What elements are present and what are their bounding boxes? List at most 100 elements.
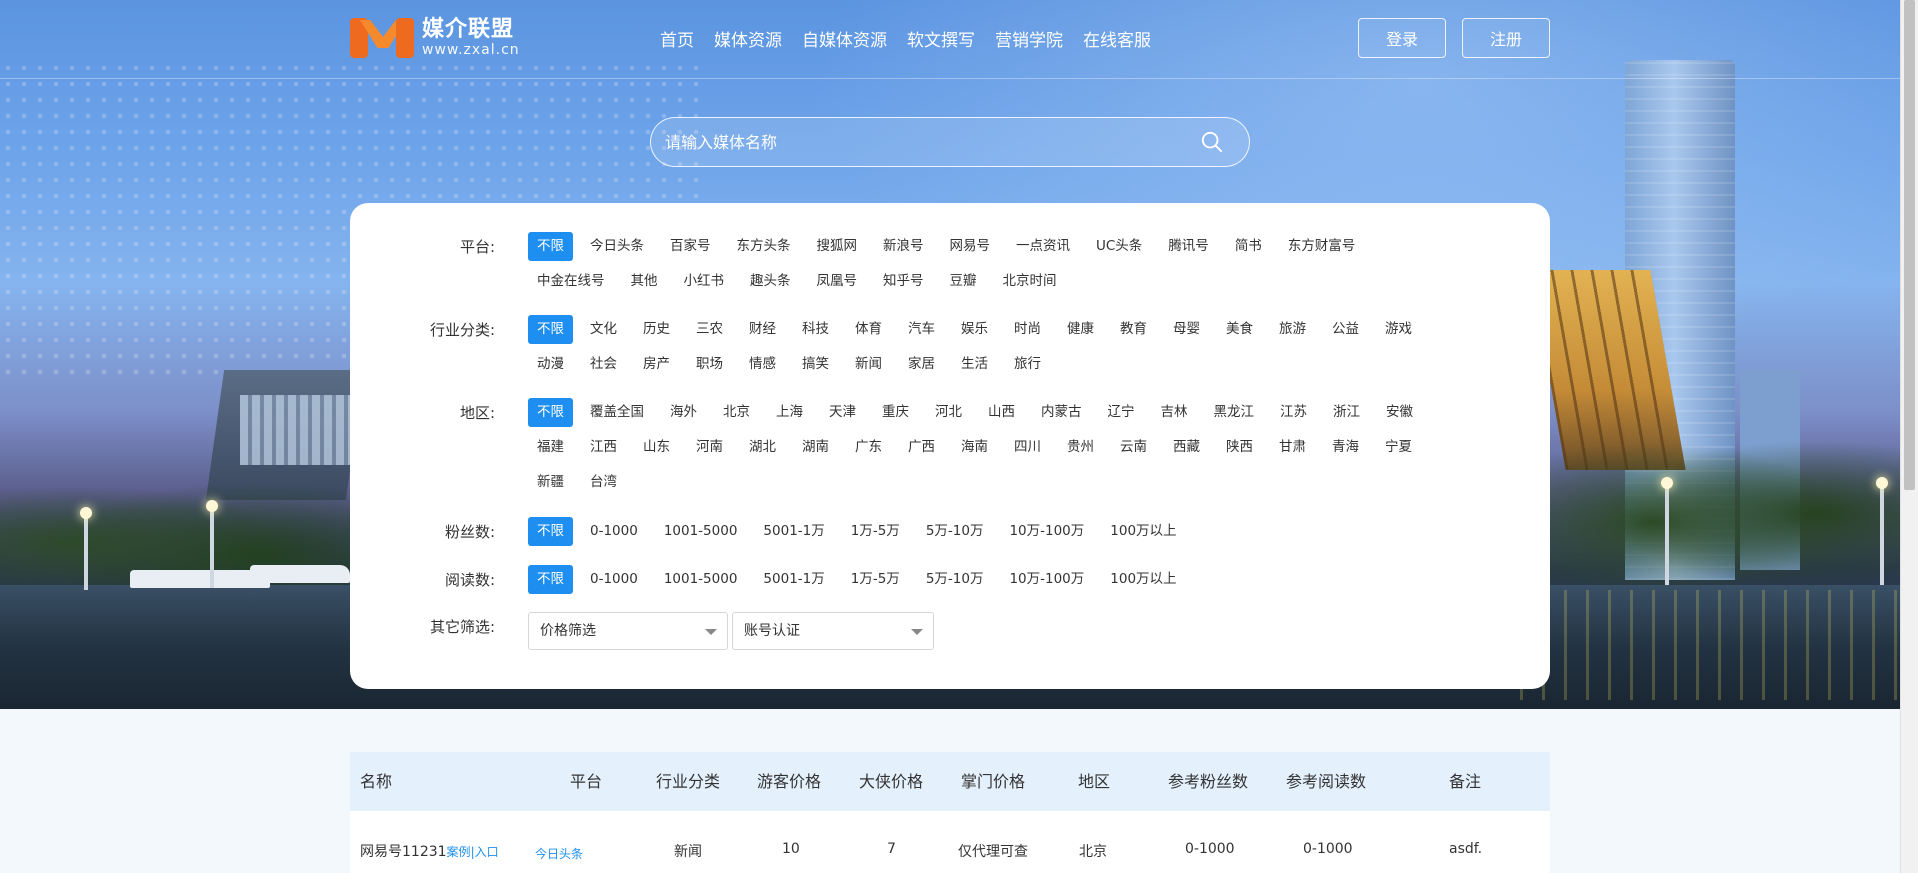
- scrollbar-thumb[interactable]: [1904, 0, 1915, 490]
- register-button[interactable]: 注册: [1462, 18, 1550, 58]
- filter-option-region[interactable]: 福建: [528, 433, 573, 462]
- filter-option-reads[interactable]: 10万-100万: [1000, 565, 1093, 594]
- filter-option-region[interactable]: 天津: [820, 398, 865, 427]
- nav-online-service[interactable]: 在线客服: [1083, 26, 1151, 51]
- price-filter-select[interactable]: 价格筛选: [528, 612, 728, 650]
- filter-option-region[interactable]: 贵州: [1058, 433, 1103, 462]
- filter-option-region[interactable]: 湖北: [740, 433, 785, 462]
- filter-option-industry[interactable]: 不限: [528, 315, 573, 344]
- filter-option-platform[interactable]: 北京时间: [994, 267, 1066, 296]
- filter-option-region[interactable]: 吉林: [1152, 398, 1197, 427]
- filter-option-region[interactable]: 云南: [1111, 433, 1156, 462]
- filter-option-region[interactable]: 河北: [926, 398, 971, 427]
- filter-option-industry[interactable]: 动漫: [528, 350, 573, 379]
- filter-option-region[interactable]: 江西: [581, 433, 626, 462]
- filter-option-industry[interactable]: 时尚: [1005, 315, 1050, 344]
- search-input[interactable]: [665, 118, 1185, 166]
- filter-option-industry[interactable]: 汽车: [899, 315, 944, 344]
- nav-copywriting[interactable]: 软文撰写: [907, 26, 975, 51]
- filter-option-platform[interactable]: 简书: [1226, 232, 1271, 261]
- filter-option-region[interactable]: 宁夏: [1376, 433, 1421, 462]
- filter-option-industry[interactable]: 情感: [740, 350, 785, 379]
- filter-option-industry[interactable]: 职场: [687, 350, 732, 379]
- filter-option-platform[interactable]: 东方财富号: [1279, 232, 1365, 261]
- filter-option-region[interactable]: 浙江: [1324, 398, 1369, 427]
- filter-option-industry[interactable]: 旅行: [1005, 350, 1050, 379]
- filter-option-region[interactable]: 辽宁: [1099, 398, 1144, 427]
- filter-option-region[interactable]: 海南: [952, 433, 997, 462]
- nav-home[interactable]: 首页: [660, 26, 694, 51]
- filter-option-platform[interactable]: 网易号: [941, 232, 1000, 261]
- filter-option-region[interactable]: 西藏: [1164, 433, 1209, 462]
- filter-option-region[interactable]: 北京: [714, 398, 759, 427]
- filter-option-platform[interactable]: 新浪号: [874, 232, 933, 261]
- filter-option-platform[interactable]: 不限: [528, 232, 573, 261]
- case-link[interactable]: 案例: [447, 845, 471, 859]
- login-button[interactable]: 登录: [1358, 18, 1446, 58]
- filter-option-platform[interactable]: 中金在线号: [528, 267, 614, 296]
- filter-option-reads[interactable]: 0-1000: [581, 565, 647, 594]
- filter-option-platform[interactable]: 趣头条: [741, 267, 800, 296]
- filter-option-reads[interactable]: 100万以上: [1101, 565, 1185, 594]
- filter-option-industry[interactable]: 财经: [740, 315, 785, 344]
- filter-option-region[interactable]: 海外: [661, 398, 706, 427]
- filter-option-fans[interactable]: 5001-1万: [754, 517, 833, 546]
- filter-option-region[interactable]: 覆盖全国: [581, 398, 653, 427]
- nav-media-resources[interactable]: 媒体资源: [714, 26, 782, 51]
- filter-option-industry[interactable]: 科技: [793, 315, 838, 344]
- filter-option-industry[interactable]: 游戏: [1376, 315, 1421, 344]
- filter-option-platform[interactable]: 小红书: [675, 267, 734, 296]
- filter-option-industry[interactable]: 娱乐: [952, 315, 997, 344]
- filter-option-industry[interactable]: 生活: [952, 350, 997, 379]
- filter-option-fans[interactable]: 1万-5万: [842, 517, 909, 546]
- filter-option-industry[interactable]: 社会: [581, 350, 626, 379]
- filter-option-region[interactable]: 河南: [687, 433, 732, 462]
- filter-option-reads[interactable]: 5001-1万: [754, 565, 833, 594]
- filter-option-platform[interactable]: 凤凰号: [808, 267, 867, 296]
- filter-option-platform[interactable]: 今日头条: [581, 232, 653, 261]
- filter-option-fans[interactable]: 5万-10万: [917, 517, 993, 546]
- filter-option-industry[interactable]: 家居: [899, 350, 944, 379]
- filter-option-region[interactable]: 上海: [767, 398, 812, 427]
- filter-option-industry[interactable]: 体育: [846, 315, 891, 344]
- filter-option-reads[interactable]: 不限: [528, 565, 573, 594]
- filter-option-industry[interactable]: 文化: [581, 315, 626, 344]
- filter-option-region[interactable]: 不限: [528, 398, 573, 427]
- nav-self-media[interactable]: 自媒体资源: [802, 26, 887, 51]
- filter-option-industry[interactable]: 公益: [1323, 315, 1368, 344]
- filter-option-fans[interactable]: 0-1000: [581, 517, 647, 546]
- nav-marketing-academy[interactable]: 营销学院: [995, 26, 1063, 51]
- filter-option-region[interactable]: 青海: [1323, 433, 1368, 462]
- filter-option-industry[interactable]: 历史: [634, 315, 679, 344]
- filter-option-region[interactable]: 山西: [979, 398, 1024, 427]
- filter-option-reads[interactable]: 1001-5000: [655, 565, 747, 594]
- filter-option-reads[interactable]: 5万-10万: [917, 565, 993, 594]
- site-logo[interactable]: 媒介联盟 www.zxal.cn: [350, 16, 520, 60]
- filter-option-fans[interactable]: 100万以上: [1101, 517, 1185, 546]
- filter-option-industry[interactable]: 母婴: [1164, 315, 1209, 344]
- filter-option-region[interactable]: 江苏: [1271, 398, 1316, 427]
- entry-link[interactable]: |入口: [471, 845, 499, 859]
- filter-option-fans[interactable]: 1001-5000: [655, 517, 747, 546]
- filter-option-fans[interactable]: 10万-100万: [1000, 517, 1093, 546]
- filter-option-industry[interactable]: 新闻: [846, 350, 891, 379]
- filter-option-platform[interactable]: 一点资讯: [1007, 232, 1079, 261]
- filter-option-region[interactable]: 陕西: [1217, 433, 1262, 462]
- filter-option-platform[interactable]: 豆瓣: [941, 267, 986, 296]
- filter-option-region[interactable]: 四川: [1005, 433, 1050, 462]
- filter-option-platform[interactable]: 知乎号: [874, 267, 933, 296]
- filter-option-platform[interactable]: 腾讯号: [1159, 232, 1218, 261]
- filter-option-industry[interactable]: 健康: [1058, 315, 1103, 344]
- filter-option-region[interactable]: 重庆: [873, 398, 918, 427]
- filter-option-region[interactable]: 湖南: [793, 433, 838, 462]
- filter-option-platform[interactable]: 搜狐网: [808, 232, 867, 261]
- filter-option-industry[interactable]: 教育: [1111, 315, 1156, 344]
- filter-option-fans[interactable]: 不限: [528, 517, 573, 546]
- page-scrollbar[interactable]: [1900, 0, 1918, 873]
- filter-option-region[interactable]: 内蒙古: [1032, 398, 1091, 427]
- filter-option-region[interactable]: 广东: [846, 433, 891, 462]
- filter-option-industry[interactable]: 美食: [1217, 315, 1262, 344]
- filter-option-industry[interactable]: 旅游: [1270, 315, 1315, 344]
- filter-option-region[interactable]: 黑龙江: [1205, 398, 1264, 427]
- filter-option-industry[interactable]: 搞笑: [793, 350, 838, 379]
